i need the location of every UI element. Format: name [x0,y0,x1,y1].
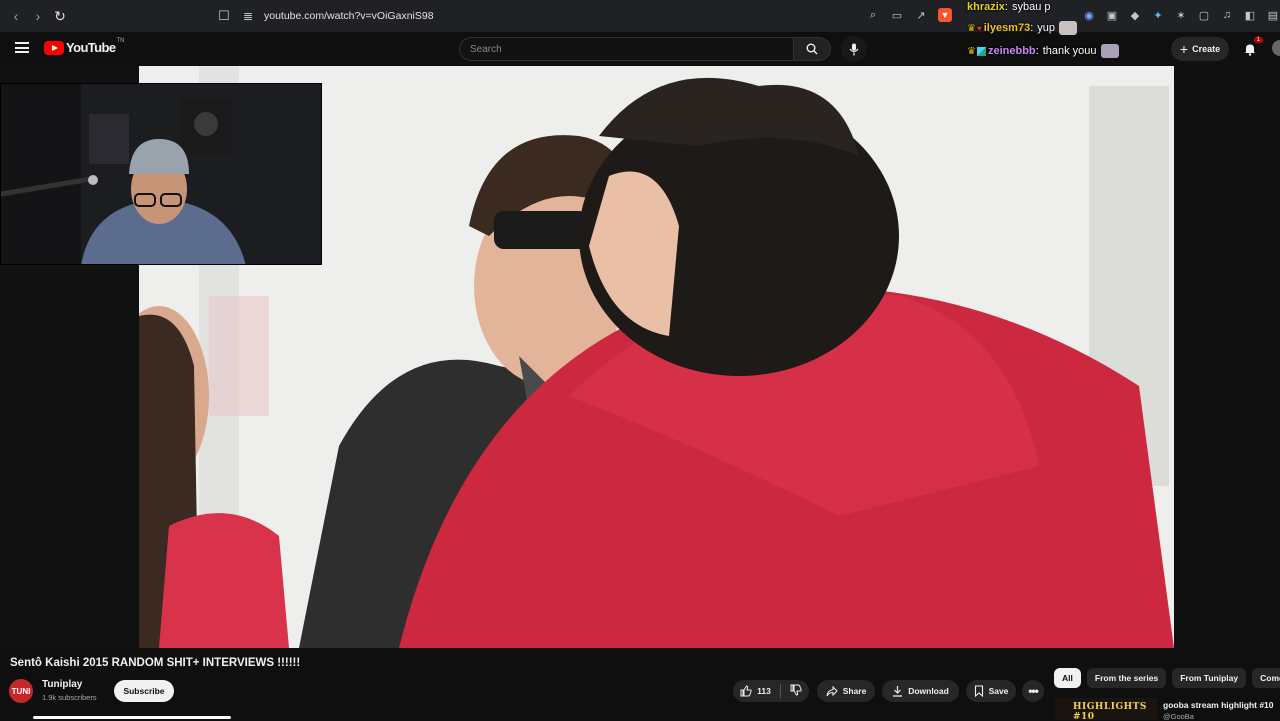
logo-text: YouTube [66,40,116,55]
search-box [459,37,793,61]
chat-username: zeinebbb [987,45,1036,57]
cast-icon[interactable]: ▭ [890,8,904,22]
menu-icon[interactable] [15,42,29,53]
wallet-icon[interactable]: ▤ [1266,8,1280,22]
chip-comedy[interactable]: Comed [1252,668,1280,688]
youtube-play-icon [44,40,64,55]
account-avatar[interactable] [1272,40,1280,56]
back-icon[interactable]: ‹ [6,6,26,26]
search-button[interactable] [793,37,831,61]
dislike-button[interactable] [790,684,802,698]
url-text[interactable]: youtube.com/watch?v=vOiGaxniS98 [264,10,434,22]
subscriber-count: 1.9k subscribers [42,693,97,702]
recommended-video-thumbnail[interactable]: HIGHLIGHTS #10 [1055,698,1157,720]
chat-message: khrazix: sybau p [967,1,1051,13]
search-input[interactable] [460,38,793,60]
share-button[interactable]: Share [817,680,875,702]
scroll-indicator [33,716,231,719]
reload-icon[interactable]: ↻ [50,6,70,26]
chat-text: yup [1037,22,1056,34]
download-button[interactable]: Download [882,680,959,702]
emote-icon [1100,44,1119,58]
address-bar[interactable]: ☐ ≣ youtube.com/watch?v=vOiGaxniS98 [210,4,970,28]
logo-country-code: TN [116,38,125,44]
chat-text: sybau p [1011,1,1051,13]
like-count: 113 [757,686,771,696]
share-label: Share [842,686,867,696]
more-icon: ••• [1028,684,1039,698]
save-button[interactable]: Save [966,680,1016,702]
thumbnail-text: HIGHLIGHTS #10 [1073,702,1147,720]
share-icon [826,685,838,696]
plus-icon: + [1179,41,1189,57]
crown-badge-icon: ♛ [967,45,976,57]
nav-buttons: ‹ › ↻ [6,6,70,26]
more-actions-button[interactable]: ••• [1022,680,1044,702]
bell-icon [1245,44,1255,56]
download-label: Download [908,686,949,696]
recommended-video-title[interactable]: gooba stream highlight #10 [1163,700,1274,710]
site-info-icon[interactable]: ≣ [238,9,258,23]
like-dislike-group: 113 [733,680,809,702]
right-background [1174,66,1280,648]
download-icon [893,686,903,697]
bookmark-save-icon [974,685,983,697]
brave-shield-icon[interactable]: ▼ [938,8,952,22]
forward-icon[interactable]: › [28,6,48,26]
crown-badge-icon: ♛ [967,22,976,34]
sidebar-icon[interactable]: ◧ [1243,8,1257,22]
youtube-logo[interactable]: YouTube TN [44,38,125,55]
create-button[interactable]: + Create [1171,37,1229,61]
media-icon[interactable]: ♫ [1220,8,1234,22]
subscriber-badge-icon [976,46,986,56]
share-page-icon[interactable]: ↗ [914,8,928,22]
chip-from-series[interactable]: From the series [1086,668,1167,688]
emote-icon [1059,21,1078,35]
chat-username: khrazix [967,1,1005,13]
stream-chat-overlay: khrazix: sybau p ♛ ♥ ilyesm73: yup ♛ zei… [967,0,1167,62]
heart-badge-icon: ♥ [976,23,982,33]
like-button[interactable]: 113 [740,685,771,697]
chip-all[interactable]: All [1054,668,1081,688]
save-label: Save [988,686,1009,696]
channel-avatar[interactable]: TUNI [9,679,33,703]
channel-name[interactable]: Tuniplay [42,679,82,690]
chat-message: ♛ zeinebbb: thank youu [967,44,1119,58]
thumbs-up-icon [740,685,752,697]
chat-message: ♛ ♥ ilyesm73: yup [967,21,1078,35]
webcam-feed [1,84,321,264]
thumbs-down-icon [790,684,802,696]
recommendation-chips: All From the series From Tuniplay Comed [1054,668,1280,688]
notifications-button[interactable]: 1 [1240,37,1263,59]
video-title: Sentô Kaishi 2015 RANDOM SHIT+ INTERVIEW… [10,657,301,669]
bookmark-icon[interactable]: ☐ [210,8,238,24]
microphone-icon [849,43,859,55]
notification-count-badge: 1 [1253,37,1263,43]
streamer-webcam [0,83,322,265]
like-divider [779,684,781,698]
window-icon[interactable]: ▢ [1197,8,1211,22]
chat-username: ilyesm73 [983,22,1031,34]
puzzle-icon[interactable]: ✶ [1174,8,1188,22]
chip-from-channel[interactable]: From Tuniplay [1172,668,1247,688]
voice-search-button[interactable] [841,36,867,62]
search-icon [806,43,818,55]
create-label: Create [1192,44,1221,54]
subscribe-button[interactable]: Subscribe [114,680,174,702]
omnibox-actions: ⌕ ▭ ↗ ▼ [866,8,952,22]
chat-text: thank youu [1042,45,1097,57]
zoom-icon[interactable]: ⌕ [866,8,880,22]
